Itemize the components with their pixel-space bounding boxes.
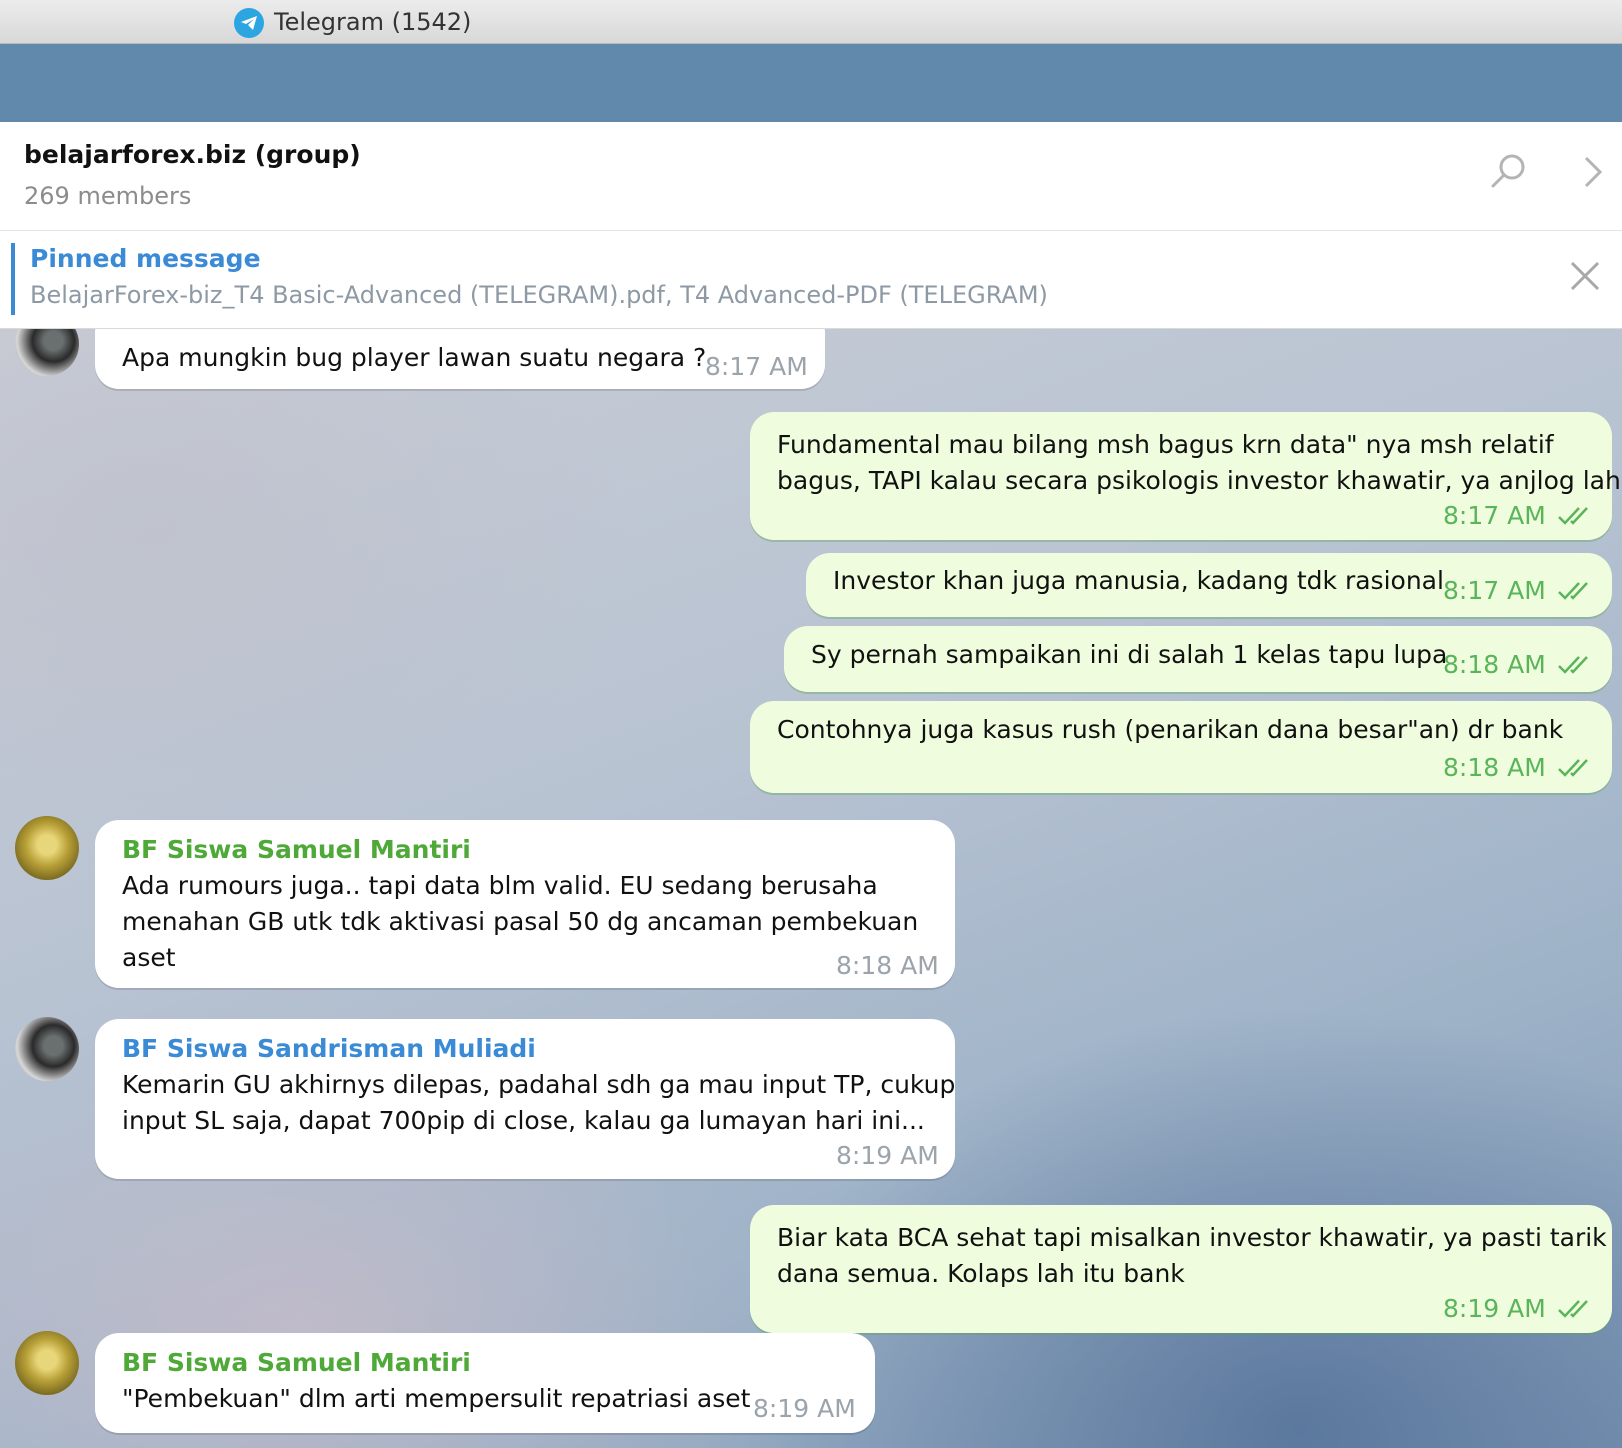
message-text: Biar kata BCA sehat tapi misalkan invest… [777, 1223, 1607, 1252]
message-text: Apa mungkin bug player lawan suatu negar… [122, 343, 707, 372]
message-time: 8:18 AM [836, 951, 939, 980]
chat-title[interactable]: belajarforex.biz (group) [24, 140, 361, 169]
message-bubble[interactable]: BF Siswa Sandrisman Muliadi Kemarin GU a… [95, 1019, 955, 1179]
pinned-label: Pinned message [30, 244, 261, 273]
search-icon[interactable] [1490, 152, 1528, 194]
message-text: bagus, TAPI kalau secara psikologis inve… [777, 466, 1621, 495]
member-count: 269 members [24, 182, 192, 210]
top-band [0, 44, 1622, 122]
message-bubble[interactable]: Contohnya juga kasus rush (penarikan dan… [750, 701, 1612, 793]
message-text: input SL saja, dapat 700pip di close, ka… [122, 1106, 925, 1135]
message-text: Kemarin GU akhirnys dilepas, padahal sdh… [122, 1070, 956, 1099]
window-titlebar: Telegram (1542) [0, 0, 1622, 44]
message-bubble[interactable]: Apa mungkin bug player lawan suatu negar… [95, 329, 825, 389]
pinned-message-bar[interactable]: Pinned message BelajarForex-biz_T4 Basic… [0, 231, 1622, 329]
sender-name[interactable]: BF Siswa Samuel Mantiri [122, 1345, 471, 1381]
message-time: 8:17 AM [1443, 576, 1546, 605]
message-time: 8:18 AM [1443, 650, 1546, 679]
message-text: Contohnya juga kasus rush (penarikan dan… [777, 715, 1564, 744]
double-check-icon [1558, 507, 1588, 525]
message-time: 8:18 AM [1443, 753, 1546, 782]
message-text: "Pembekuan" dlm arti mempersulit repatri… [122, 1384, 751, 1413]
sender-name[interactable]: BF Siswa Samuel Mantiri [122, 832, 471, 868]
message-time: 8:19 AM [1443, 1294, 1546, 1323]
message-bubble[interactable]: Biar kata BCA sehat tapi misalkan invest… [750, 1205, 1612, 1333]
pinned-accent-bar [11, 243, 15, 315]
avatar[interactable] [15, 1331, 79, 1395]
message-time: 8:19 AM [836, 1141, 939, 1170]
message-text: dana semua. Kolaps lah itu bank [777, 1259, 1185, 1288]
avatar[interactable] [15, 1017, 79, 1081]
message-list[interactable]: Apa mungkin bug player lawan suatu negar… [0, 329, 1622, 1448]
sender-name[interactable]: BF Siswa Sandrisman Muliadi [122, 1031, 536, 1067]
message-bubble[interactable]: Fundamental mau bilang msh bagus krn dat… [750, 412, 1621, 540]
message-bubble[interactable]: Sy pernah sampaikan ini di salah 1 kelas… [784, 626, 1612, 692]
message-bubble[interactable]: BF Siswa Samuel Mantiri "Pembekuan" dlm … [95, 1333, 875, 1433]
double-check-icon [1558, 1300, 1588, 1318]
chevron-right-icon[interactable] [1583, 156, 1603, 192]
avatar[interactable] [15, 816, 79, 880]
telegram-icon [234, 8, 264, 38]
double-check-icon [1558, 656, 1588, 674]
message-bubble[interactable]: Investor khan juga manusia, kadang tdk r… [806, 553, 1612, 617]
window-title: Telegram (1542) [274, 8, 472, 36]
message-time: 8:17 AM [705, 352, 808, 381]
double-check-icon [1558, 759, 1588, 777]
message-text: menahan GB utk tdk aktivasi pasal 50 dg … [122, 907, 919, 936]
message-text: Ada rumours juga.. tapi data blm valid. … [122, 871, 878, 900]
double-check-icon [1558, 582, 1588, 600]
message-time: 8:17 AM [1443, 501, 1546, 530]
message-bubble[interactable]: BF Siswa Samuel Mantiri Ada rumours juga… [95, 820, 955, 988]
message-text: Fundamental mau bilang msh bagus krn dat… [777, 430, 1554, 459]
pinned-text: BelajarForex-biz_T4 Basic-Advanced (TELE… [30, 281, 1048, 309]
message-text: aset [122, 943, 176, 972]
avatar[interactable] [15, 329, 79, 376]
close-icon[interactable] [1570, 261, 1600, 295]
chat-header[interactable]: belajarforex.biz (group) 269 members [0, 122, 1622, 231]
message-text: Sy pernah sampaikan ini di salah 1 kelas… [811, 640, 1448, 669]
message-time: 8:19 AM [753, 1394, 856, 1423]
message-text: Investor khan juga manusia, kadang tdk r… [833, 566, 1444, 595]
